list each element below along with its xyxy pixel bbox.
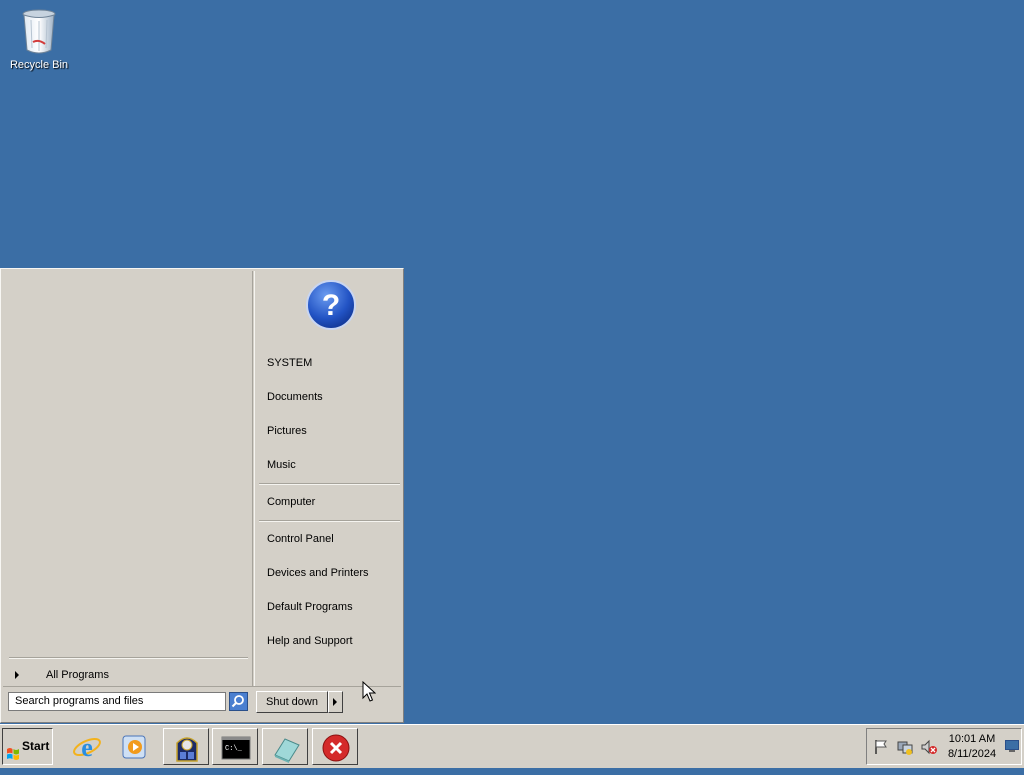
svg-text:C:\_: C:\_ [225, 745, 243, 753]
clock[interactable]: 10:01 AM 8/11/2024 [943, 732, 1001, 762]
close-error-icon [322, 734, 350, 762]
internet-explorer-icon: e [73, 733, 101, 762]
taskbar-internet-explorer[interactable]: e [64, 728, 110, 765]
recycle-bin-icon [19, 6, 59, 56]
eraser-icon [274, 738, 300, 763]
taskbar-scheduler[interactable] [163, 728, 209, 765]
start-item-control-panel[interactable]: Control Panel [267, 529, 402, 549]
all-programs-button[interactable]: All Programs [11, 666, 249, 684]
start-item-help-support[interactable]: Help and Support [267, 631, 402, 651]
start-item-documents[interactable]: Documents [267, 387, 402, 407]
arrow-right-icon [333, 698, 337, 706]
system-tray: 10:01 AM 8/11/2024 [866, 728, 1022, 765]
scheduler-icon [176, 737, 198, 762]
shutdown-options-button[interactable] [328, 691, 343, 713]
show-desktop-icon[interactable] [1005, 739, 1019, 753]
svg-text:e: e [81, 733, 93, 762]
start-item-pictures[interactable]: Pictures [267, 421, 402, 441]
desktop-icon-label: Recycle Bin [9, 59, 69, 71]
clock-time: 10:01 AM [948, 733, 996, 745]
start-menu: All Programs ? SYSTEM Documents Pictures… [0, 268, 404, 723]
start-item-devices-printers[interactable]: Devices and Printers [267, 563, 402, 583]
start-label: Start [22, 739, 50, 753]
start-menu-programs-pane: All Programs [3, 271, 253, 686]
media-player-icon [122, 735, 146, 759]
start-item-music[interactable]: Music [267, 455, 402, 475]
action-center-flag-icon[interactable] [873, 739, 889, 755]
desktop-icon-recycle-bin[interactable]: Recycle Bin [4, 6, 74, 71]
all-programs-label: All Programs [46, 669, 109, 681]
taskbar: Start e C:\_ 10:01 AM 8/11/2024 [0, 724, 1024, 768]
places-separator [259, 483, 400, 485]
start-button[interactable]: Start [2, 728, 53, 765]
start-item-computer[interactable]: Computer [267, 492, 402, 512]
clock-date: 8/11/2024 [947, 748, 997, 760]
taskbar-media-player[interactable] [112, 728, 158, 765]
taskbar-command-prompt[interactable]: C:\_ [212, 728, 258, 765]
search-icon[interactable] [229, 692, 248, 711]
places-separator [259, 520, 400, 522]
mouse-cursor-icon [362, 680, 377, 703]
arrow-right-icon [15, 671, 19, 679]
volume-muted-icon[interactable] [921, 739, 937, 755]
programs-separator [9, 657, 248, 659]
shutdown-button[interactable]: Shut down [256, 691, 328, 713]
command-prompt-icon: C:\_ [221, 736, 251, 760]
start-menu-footer: Search programs and files Shut down [3, 686, 401, 721]
start-item-default-programs[interactable]: Default Programs [267, 597, 402, 617]
network-icon[interactable] [897, 739, 913, 755]
windows-logo-icon [6, 740, 20, 760]
svg-text:?: ? [322, 289, 340, 322]
taskbar-eraser[interactable] [262, 728, 308, 765]
search-input[interactable]: Search programs and files [8, 692, 226, 711]
help-question-icon[interactable]: ? [305, 279, 357, 331]
taskbar-close-error[interactable] [312, 728, 358, 765]
start-menu-places-pane: ? SYSTEM Documents Pictures Music Comput… [254, 271, 402, 686]
start-item-system[interactable]: SYSTEM [267, 353, 402, 373]
